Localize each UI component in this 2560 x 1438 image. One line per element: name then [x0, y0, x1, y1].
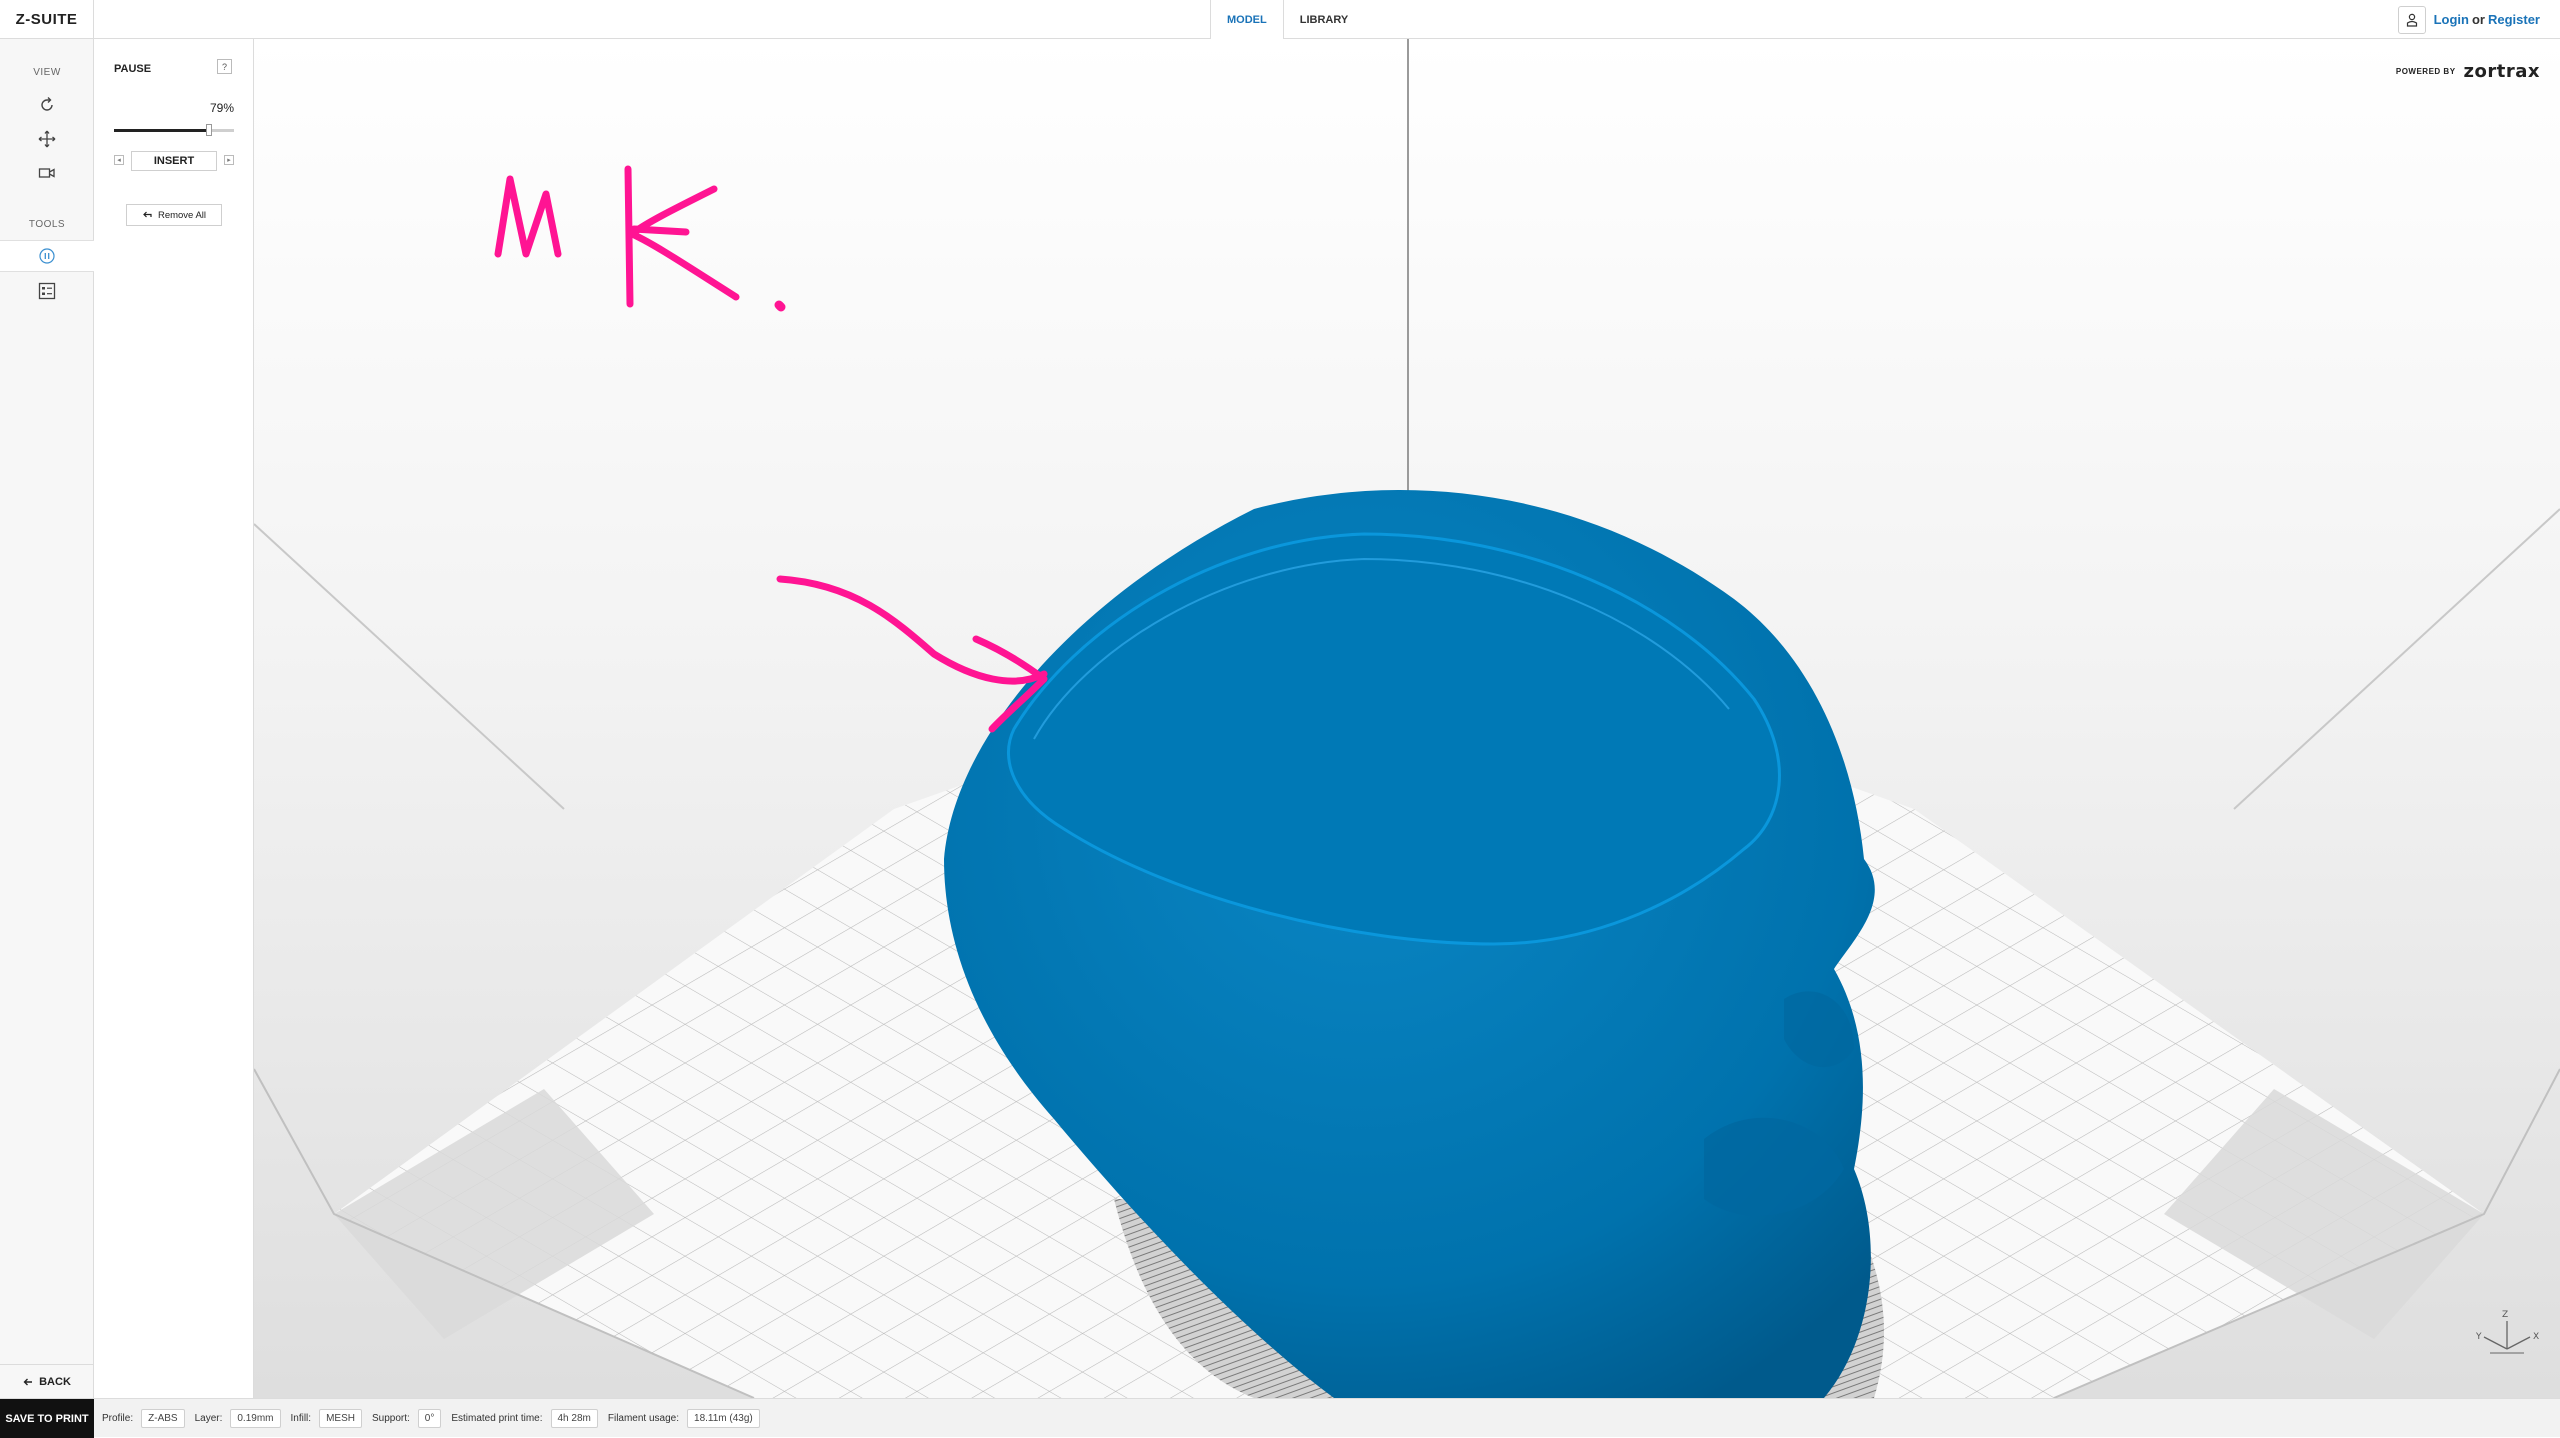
tools-section-label: TOOLS: [28, 219, 66, 230]
infill-value: MESH: [319, 1409, 362, 1428]
camera-icon: [38, 168, 55, 178]
main-tabs: MODEL LIBRARY: [1210, 0, 1364, 40]
rotate-view-button[interactable]: [0, 89, 94, 121]
pause-height-slider[interactable]: [114, 124, 234, 136]
layers-tool-button[interactable]: [0, 275, 94, 307]
layer-value: 0.19mm: [230, 1409, 281, 1428]
pan-view-button[interactable]: [0, 123, 94, 155]
layer-label: Layer:: [194, 1413, 223, 1424]
profile-value: Z-ABS: [141, 1409, 185, 1428]
print-time-label: Estimated print time:: [451, 1413, 543, 1424]
camera-view-button[interactable]: [0, 157, 94, 189]
panel-title: PAUSE: [114, 63, 152, 75]
print-time-value: 4h 28m: [550, 1409, 598, 1428]
zortrax-logo: zortrax: [2463, 61, 2540, 82]
3d-viewport[interactable]: Z Y X POWERED BY zortrax: [254, 39, 2560, 1398]
slider-handle[interactable]: [205, 124, 212, 136]
support-value: 0°: [417, 1409, 442, 1428]
help-button[interactable]: ?: [217, 59, 232, 74]
register-link[interactable]: Register: [2488, 12, 2540, 27]
back-button[interactable]: BACK: [0, 1364, 94, 1398]
powered-by-badge: POWERED BY zortrax: [2396, 61, 2540, 82]
powered-by-text: POWERED BY: [2395, 67, 2456, 76]
tab-model[interactable]: MODEL: [1210, 0, 1284, 40]
user-icon[interactable]: [2397, 5, 2426, 34]
insert-button[interactable]: INSERT: [131, 151, 217, 171]
increment-button[interactable]: ▸: [224, 155, 234, 165]
annotation-letter-e-bar: [630, 225, 690, 236]
remove-all-button[interactable]: Remove All: [126, 204, 222, 226]
account-area: Login or Register: [2397, 0, 2540, 39]
filament-usage-label: Filament usage:: [607, 1413, 680, 1424]
layers-tool-icon: [38, 282, 56, 300]
print-stats: Profile: Z-ABS Layer: 0.19mm Infill: MES…: [100, 1399, 760, 1438]
decrement-button[interactable]: ◂: [114, 155, 124, 165]
app-logo: Z-SUITE: [0, 0, 94, 39]
pause-tool-button[interactable]: [0, 240, 94, 272]
arrow-left-icon: [23, 1378, 33, 1385]
top-bar: Z-SUITE MODEL LIBRARY Login or Register: [0, 0, 2560, 40]
support-label: Support:: [371, 1413, 410, 1424]
or-text: or: [2471, 12, 2485, 27]
rotate-icon: [41, 97, 53, 111]
undo-arrow-icon: [143, 211, 152, 218]
filament-usage-value: 18.11m (43g): [687, 1409, 760, 1428]
annotation-dot: [774, 300, 786, 312]
pause-panel: PAUSE ? 79% ◂ INSERT ▸ Remove All: [94, 39, 254, 1398]
axis-y-glyph: Y: [2475, 1332, 2482, 1342]
save-to-print-button[interactable]: SAVE TO PRINT: [0, 1399, 94, 1438]
view-section-label: VIEW: [33, 67, 61, 78]
slider-fill: [114, 129, 209, 132]
move-icon: [38, 130, 56, 148]
bottom-status-bar: SAVE TO PRINT Profile: Z-ABS Layer: 0.19…: [0, 1398, 2560, 1438]
back-label: BACK: [39, 1375, 71, 1388]
print-scene: Z Y X: [254, 39, 2560, 1398]
infill-label: Infill:: [290, 1413, 312, 1424]
axis-z-glyph: Z: [2502, 1310, 2508, 1320]
pause-percent: 79%: [209, 101, 234, 115]
profile-label: Profile:: [102, 1413, 134, 1424]
remove-all-label: Remove All: [157, 209, 207, 221]
login-link[interactable]: Login: [2434, 12, 2469, 27]
pause-tool-icon: [39, 248, 55, 264]
tab-library[interactable]: LIBRARY: [1284, 0, 1364, 39]
axis-x-glyph: X: [2533, 1332, 2539, 1342]
left-toolbar: VIEW TOOLS BACK: [0, 39, 94, 1398]
